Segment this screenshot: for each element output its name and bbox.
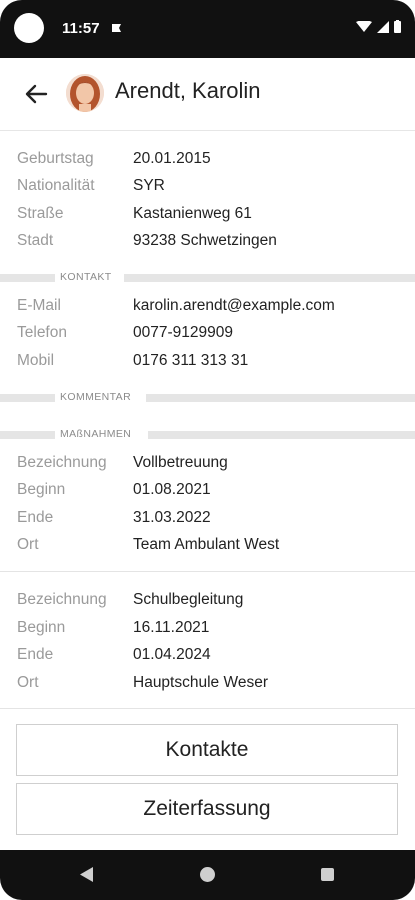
time-tracking-button[interactable]: Zeiterfassung xyxy=(16,783,398,835)
nav-recents-icon[interactable] xyxy=(321,868,334,881)
field-label: E-Mail xyxy=(17,297,61,314)
nav-home-icon[interactable] xyxy=(200,867,215,882)
wifi-icon xyxy=(356,20,372,32)
field-label: Ort xyxy=(17,674,39,691)
email-value[interactable]: karolin.arendt@example.com xyxy=(133,297,335,315)
contact-row-email: E-Mail karolin.arendt@example.com xyxy=(0,293,415,320)
measure-divider xyxy=(0,571,415,572)
field-value: 93238 Schwetzingen xyxy=(133,232,277,249)
field-value: Schulbegleitung xyxy=(133,591,244,608)
field-label: Ende xyxy=(17,646,54,663)
system-nav-bar xyxy=(0,850,415,900)
field-label: Stadt xyxy=(17,232,54,249)
camera-cutout xyxy=(14,13,44,43)
status-time: 11:57 xyxy=(62,20,100,37)
measure-row-end: Ende 31.03.2022 xyxy=(0,505,415,532)
field-value: 01.08.2021 xyxy=(133,481,211,498)
field-value: SYR xyxy=(133,177,165,194)
field-value: Vollbetreuung xyxy=(133,454,228,471)
mobile-value[interactable]: 0176 311 313 31 xyxy=(133,352,248,370)
field-value: Kastanienweg 61 xyxy=(133,205,252,222)
section-header-measures: MAßNAHMEN xyxy=(0,428,415,440)
phone-value[interactable]: 0077-9129909 xyxy=(133,324,233,342)
field-value: Team Ambulant West xyxy=(133,536,280,553)
nav-back-icon[interactable] xyxy=(79,866,94,883)
field-value: Hauptschule Weser xyxy=(133,674,268,691)
field-label: Telefon xyxy=(17,324,67,341)
section-title: KONTAKT xyxy=(55,271,117,283)
notification-icon xyxy=(112,24,121,32)
measure-row-start: Beginn 01.08.2021 xyxy=(0,477,415,504)
field-label: Nationalität xyxy=(17,177,95,194)
field-value: 31.03.2022 xyxy=(133,509,211,526)
app-bar: Arendt, Karolin xyxy=(0,58,415,131)
info-row-birthday: Geburtstag 20.01.2015 xyxy=(0,146,415,173)
field-label: Mobil xyxy=(17,352,55,369)
field-label: Ende xyxy=(17,509,54,526)
info-row-nationality: Nationalität SYR xyxy=(0,173,415,200)
field-label: Bezeichnung xyxy=(17,591,107,608)
field-label: Straße xyxy=(17,205,64,222)
field-label: Beginn xyxy=(17,481,66,498)
section-header-comment: KOMMENTAR xyxy=(0,391,415,403)
back-arrow-icon[interactable] xyxy=(22,80,50,108)
signal-icon xyxy=(377,20,389,33)
field-label: Ort xyxy=(17,536,39,553)
info-row-city: Stadt 93238 Schwetzingen xyxy=(0,228,415,255)
info-row-street: Straße Kastanienweg 61 xyxy=(0,201,415,228)
measure-row-name: Bezeichnung Vollbetreuung xyxy=(0,450,415,477)
status-bar: 11:57 xyxy=(0,0,415,58)
measure-row-location: Ort Hauptschule Weser xyxy=(0,670,415,697)
measure-divider xyxy=(0,708,415,709)
measure-row-start: Beginn 16.11.2021 xyxy=(0,615,415,642)
system-icons xyxy=(356,20,401,33)
contacts-button[interactable]: Kontakte xyxy=(16,724,398,776)
contact-row-mobile: Mobil 0176 311 313 31 xyxy=(0,348,415,375)
field-label: Bezeichnung xyxy=(17,454,107,471)
section-title: MAßNAHMEN xyxy=(55,428,137,440)
field-value: 01.04.2024 xyxy=(133,646,211,663)
field-label: Beginn xyxy=(17,619,66,636)
field-value: 20.01.2015 xyxy=(133,150,211,167)
section-title: KOMMENTAR xyxy=(55,391,137,403)
measure-row-location: Ort Team Ambulant West xyxy=(0,532,415,559)
section-header-contact: KONTAKT xyxy=(0,271,415,283)
field-value: 16.11.2021 xyxy=(133,619,210,636)
measure-row-end: Ende 01.04.2024 xyxy=(0,642,415,669)
field-label: Geburtstag xyxy=(17,150,94,167)
measure-row-name: Bezeichnung Schulbegleitung xyxy=(0,587,415,614)
page-title: Arendt, Karolin xyxy=(115,78,261,103)
avatar xyxy=(66,74,104,112)
contact-row-phone: Telefon 0077-9129909 xyxy=(0,320,415,347)
battery-icon xyxy=(394,20,401,33)
